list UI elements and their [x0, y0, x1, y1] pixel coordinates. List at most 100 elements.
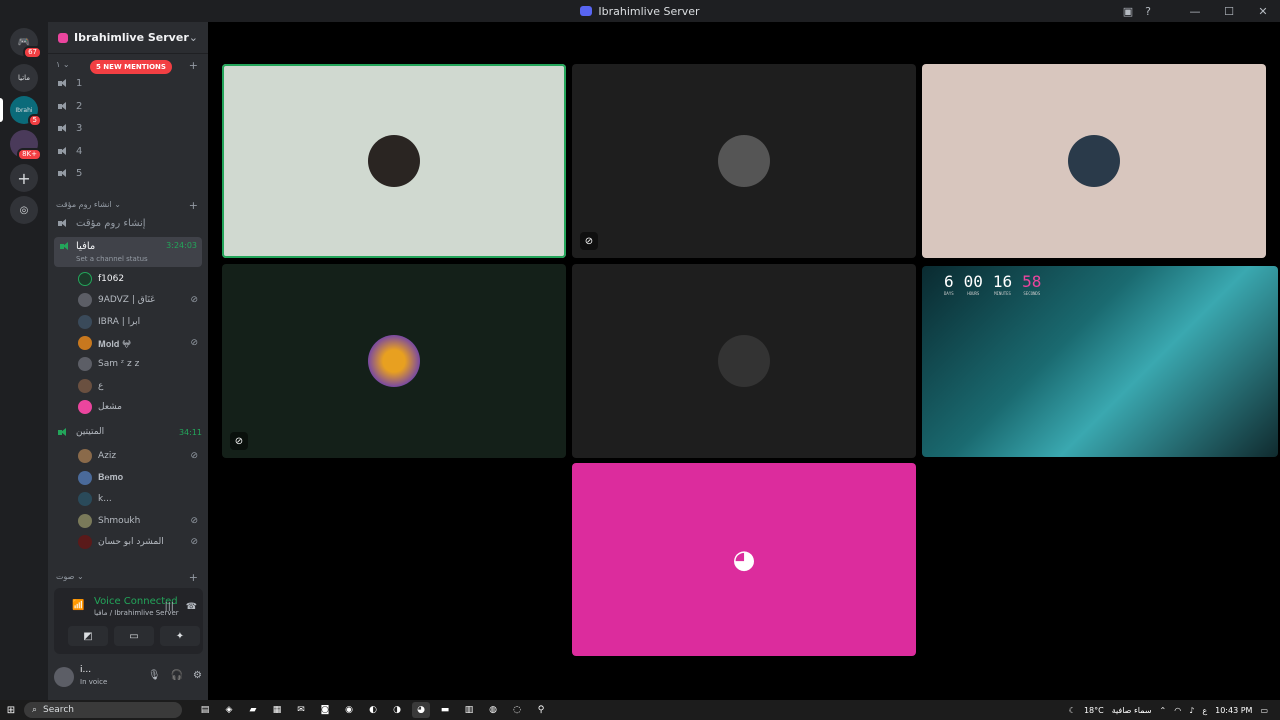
voice-member[interactable]: IBRA | ابرا: [78, 313, 198, 331]
server-header[interactable]: Ibrahimlive Server ⌄: [48, 22, 208, 54]
teams-icon[interactable]: ◙: [316, 702, 334, 718]
category-sound[interactable]: صوت ⌄ +: [56, 571, 198, 584]
avatar: [78, 379, 92, 393]
participant-tile[interactable]: ◕: [572, 463, 916, 656]
add-channel-icon[interactable]: +: [189, 571, 198, 584]
minimize-button[interactable]: —: [1178, 0, 1212, 22]
create-temp-channel[interactable]: إنشاء روم مؤقت: [58, 218, 202, 229]
windows-taskbar: ⊞ ⌕ Search ▤ ◈ ▰ ▦ ✉ ◙ ◉ ◐ ◑ ◕ ▬ ▥ ◍ ◌ ⚲…: [0, 700, 1280, 720]
taskbar-search[interactable]: ⌕ Search: [24, 702, 182, 718]
noise-suppression-icon[interactable]: |||: [165, 602, 174, 612]
xbox-icon[interactable]: ◉: [340, 702, 358, 718]
user-name[interactable]: i...: [80, 665, 91, 675]
avatar[interactable]: [54, 667, 74, 687]
participant-tile[interactable]: ⊘: [222, 264, 566, 458]
deafened-icon: ⊘: [190, 537, 198, 547]
voice-channel-4[interactable]: 4: [58, 146, 202, 157]
add-server-button[interactable]: +: [10, 164, 38, 192]
wifi-icon[interactable]: ◠: [1174, 706, 1181, 715]
speaker-icon: [60, 242, 70, 251]
notification-icon[interactable]: ▭: [1260, 706, 1268, 715]
video-stream-tile[interactable]: 6 DAYS 00 HOURS 16 MINUTES 58 SECONDS: [922, 266, 1278, 457]
headphones-icon[interactable]: 🎧: [171, 670, 183, 681]
participant-tile[interactable]: [922, 64, 1266, 258]
title-bar: Ibrahimlive Server ▣ ? — ☐ ✕: [0, 0, 1280, 22]
server-folder[interactable]: 8K+: [10, 130, 42, 161]
muted-icon: ⊘: [230, 432, 248, 450]
kick-icon[interactable]: ▬: [436, 702, 454, 718]
add-channel-icon[interactable]: +: [189, 59, 198, 72]
voice-channel-5[interactable]: 5: [58, 168, 202, 179]
add-channel-icon[interactable]: +: [189, 199, 198, 212]
voice-channel-second[interactable]: المتيتين 34:11: [58, 427, 202, 437]
category-first[interactable]: ١ ⌄ +: [56, 59, 198, 72]
participant-tile[interactable]: [572, 264, 916, 458]
help-icon[interactable]: ?: [1138, 0, 1158, 22]
voice-channel-1[interactable]: 1: [58, 78, 202, 89]
screen-share-button[interactable]: ▭: [114, 626, 154, 646]
microphone-icon[interactable]: 🎙: [148, 670, 161, 681]
clock[interactable]: 10:43 PM: [1215, 706, 1252, 715]
home-button[interactable]: 🎮 67: [10, 28, 42, 59]
close-button[interactable]: ✕: [1246, 0, 1280, 22]
obs-studio-icon[interactable]: ◌: [508, 702, 526, 718]
obs-icon[interactable]: ▥: [460, 702, 478, 718]
channel-status[interactable]: Set a channel status: [76, 255, 148, 263]
stream-countdown: 6 DAYS 00 HOURS 16 MINUTES 58 SECONDS: [944, 272, 1042, 296]
voice-channel-3[interactable]: 3: [58, 123, 202, 134]
inbox-icon[interactable]: ▣: [1118, 0, 1138, 22]
windows-start-icon[interactable]: ⊞: [0, 705, 22, 716]
voice-member[interactable]: f1062: [78, 270, 198, 288]
compass-icon: ◎: [19, 204, 29, 216]
chrome-icon[interactable]: ◍: [484, 702, 502, 718]
selected-server-pill: [0, 98, 3, 122]
copilot-icon[interactable]: ◈: [220, 702, 238, 718]
voice-member[interactable]: k...: [78, 490, 198, 508]
settings-gear-icon[interactable]: ⚙: [193, 670, 202, 681]
voice-member[interactable]: Aziz ⊘: [78, 447, 198, 465]
language-indicator[interactable]: ع: [1202, 706, 1207, 715]
voice-member[interactable]: 𝐁𝐞𝐦𝐨: [78, 469, 198, 487]
search-icon: ⌕: [32, 705, 38, 715]
task-view-icon[interactable]: ▤: [196, 702, 214, 718]
weather-temp[interactable]: 18°C: [1084, 706, 1104, 715]
participant-tile[interactable]: [222, 64, 566, 258]
active-voice-channel[interactable]: مافيا 3:24:03 Set a channel status: [54, 237, 202, 267]
voice-channel-2[interactable]: 2: [58, 101, 202, 112]
avatar: [368, 135, 420, 187]
avatar: [78, 293, 92, 307]
disconnect-icon[interactable]: ☎: [186, 602, 197, 612]
signal-icon[interactable]: 📶: [72, 600, 84, 611]
camera-button[interactable]: ◩: [68, 626, 108, 646]
server-ibrahimlive[interactable]: Ibrahi 5: [10, 96, 42, 127]
bluesky-icon[interactable]: ◑: [388, 702, 406, 718]
voice-member[interactable]: Shmoukh ⊘: [78, 512, 198, 530]
weather-icon[interactable]: ☾: [1069, 706, 1076, 715]
avatar: [78, 449, 92, 463]
voice-member[interactable]: Sam ᶻ z 𝗓: [78, 355, 198, 373]
maximize-button[interactable]: ☐: [1212, 0, 1246, 22]
voice-member[interactable]: ع: [78, 377, 198, 395]
category-temp[interactable]: انشاء روم مؤقت ⌄ +: [56, 199, 198, 212]
participant-tile[interactable]: ⊘: [572, 64, 916, 258]
volume-icon[interactable]: ♪: [1189, 706, 1194, 715]
voice-member[interactable]: المشرد ابو حسان ⊘: [78, 533, 198, 551]
weather-description[interactable]: سماء صافية: [1112, 706, 1152, 715]
file-explorer-icon[interactable]: ▰: [244, 702, 262, 718]
speaker-icon: [58, 102, 68, 111]
discord-logo-icon: [580, 6, 593, 16]
pin-icon[interactable]: ⚲: [532, 702, 550, 718]
voice-member[interactable]: 𝐌𝐨𝐥𝐝 𖤍 ⊘: [78, 334, 198, 352]
chevron-up-icon[interactable]: ⌃: [1160, 706, 1167, 715]
dm-shortcut[interactable]: ماتيا: [10, 64, 38, 92]
avatar: [78, 315, 92, 329]
calculator-icon[interactable]: ▦: [268, 702, 286, 718]
outlook-icon[interactable]: ✉: [292, 702, 310, 718]
edge-icon[interactable]: ◐: [364, 702, 382, 718]
discord-icon: ◕: [732, 544, 756, 575]
discord-taskbar-icon[interactable]: ◕: [412, 702, 430, 718]
voice-member[interactable]: مشعل: [78, 398, 198, 416]
voice-member[interactable]: 9ADVZ | عَنَاق ⊘: [78, 291, 198, 309]
explore-servers-button[interactable]: ◎: [10, 196, 38, 224]
activities-button[interactable]: ✦: [160, 626, 200, 646]
